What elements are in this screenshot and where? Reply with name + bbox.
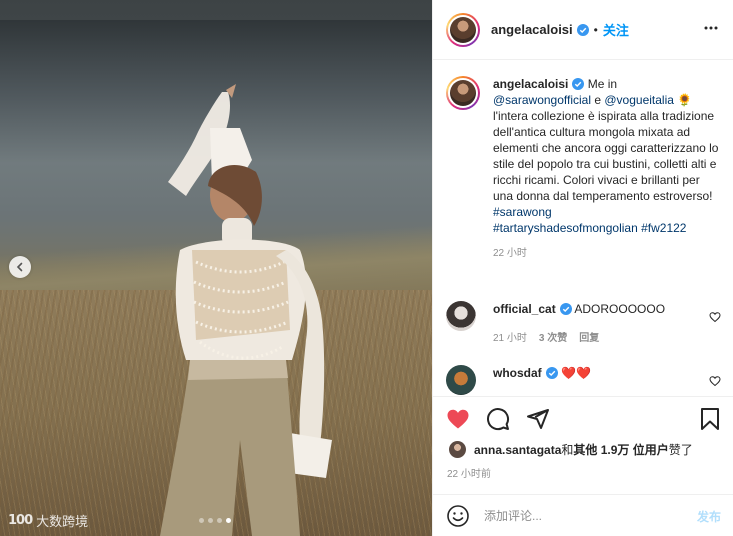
watermark-text: 大数跨境 [36, 515, 89, 530]
mention-link[interactable]: @vogueitalia [604, 93, 674, 107]
bookmark-icon [701, 408, 719, 430]
caption-intro: Me in [584, 77, 618, 91]
post-actions: anna.santagata 和 其他 1.9万 位用户 赞了 22 小时前 发… [433, 396, 733, 536]
comment-text: ADOROOOOOO [574, 302, 666, 316]
likes-others[interactable]: 其他 1.9万 位用户 [573, 441, 668, 458]
reply-button[interactable]: 回复 [579, 329, 599, 344]
avatar[interactable] [446, 365, 476, 395]
caption-text: angelacaloisi Me in @sarawongofficial e … [493, 76, 721, 262]
model-figure [160, 84, 332, 536]
comment-username[interactable]: whosdaf [493, 366, 542, 380]
post-header: angelacaloisi • 关注 [433, 0, 733, 60]
chevron-left-icon [16, 262, 23, 272]
comment-username[interactable]: official_cat [493, 302, 556, 316]
carousel-dot-active [226, 518, 231, 523]
post-side-panel: angelacaloisi • 关注 angelacaloisi Me in @… [432, 0, 733, 536]
add-comment-bar: 发布 [433, 494, 733, 536]
watermark: 100 大数跨境 [8, 511, 88, 530]
post-timestamp[interactable]: 22 小时前 [447, 465, 491, 480]
avatar[interactable] [446, 76, 480, 110]
avatar[interactable] [449, 441, 466, 458]
caption-username[interactable]: angelacaloisi [493, 77, 568, 91]
hashtag-link[interactable]: #tartaryshadesofmongolian [493, 221, 638, 235]
header-username[interactable]: angelacaloisi [491, 22, 573, 37]
liker-username[interactable]: anna.santagata [474, 443, 561, 457]
verified-badge-icon [545, 367, 558, 379]
comment-text: ❤️❤️ [561, 366, 591, 380]
more-options-icon[interactable] [703, 20, 719, 36]
verified-badge-icon [559, 303, 572, 315]
caption-body: l'intera collezione è ispirata alla trad… [493, 109, 719, 203]
comment-bubble-icon[interactable] [486, 407, 510, 431]
caption-time: 22 小时 [493, 248, 527, 259]
watermark-logo: 100 [8, 513, 33, 528]
heart-outline-icon[interactable] [709, 375, 721, 387]
hashtag-link[interactable]: #sarawong [493, 205, 552, 219]
comment-likes[interactable]: 3 次赞 [539, 329, 567, 344]
save-bookmark-button[interactable] [699, 407, 721, 431]
like-heart-filled-icon[interactable] [446, 407, 470, 431]
comment-item: whosdaf ❤️❤️ [446, 365, 721, 395]
carousel-dot [217, 518, 222, 523]
carousel-dot [199, 518, 204, 523]
share-send-icon[interactable] [526, 407, 550, 431]
comment-item: official_cat ADOROOOOOO 21 小时 3 次赞 回复 [446, 301, 721, 344]
emoji-smiley-icon[interactable] [446, 504, 470, 528]
carousel-prev-button[interactable] [9, 256, 31, 278]
post-photo[interactable]: 100 大数跨境 [0, 0, 432, 536]
comment-input[interactable] [484, 509, 697, 523]
likes-summary[interactable]: anna.santagata 和 其他 1.9万 位用户 赞了 [449, 441, 693, 458]
comment-time: 21 小时 [493, 333, 527, 344]
heart-outline-icon[interactable] [709, 311, 721, 323]
carousel-indicator [199, 518, 231, 523]
carousel-dot [208, 518, 213, 523]
avatar[interactable] [446, 301, 476, 331]
caption-emoji: 🌻 [673, 93, 693, 107]
verified-badge-icon [572, 78, 585, 90]
follow-button[interactable]: 关注 [603, 20, 629, 39]
likes-and: 和 [561, 443, 574, 457]
caption-conjunction: e [591, 93, 605, 107]
verified-badge-icon [576, 23, 589, 36]
post-caption: angelacaloisi Me in @sarawongofficial e … [446, 76, 721, 262]
avatar[interactable] [446, 12, 480, 47]
mention-link[interactable]: @sarawongofficial [493, 93, 591, 107]
likes-suffix: 赞了 [668, 443, 693, 457]
hashtag-link[interactable]: #fw2122 [641, 221, 686, 235]
comments-section[interactable]: angelacaloisi Me in @sarawongofficial e … [433, 61, 733, 396]
post-comment-button[interactable]: 发布 [697, 508, 721, 525]
header-separator: • [593, 22, 598, 37]
